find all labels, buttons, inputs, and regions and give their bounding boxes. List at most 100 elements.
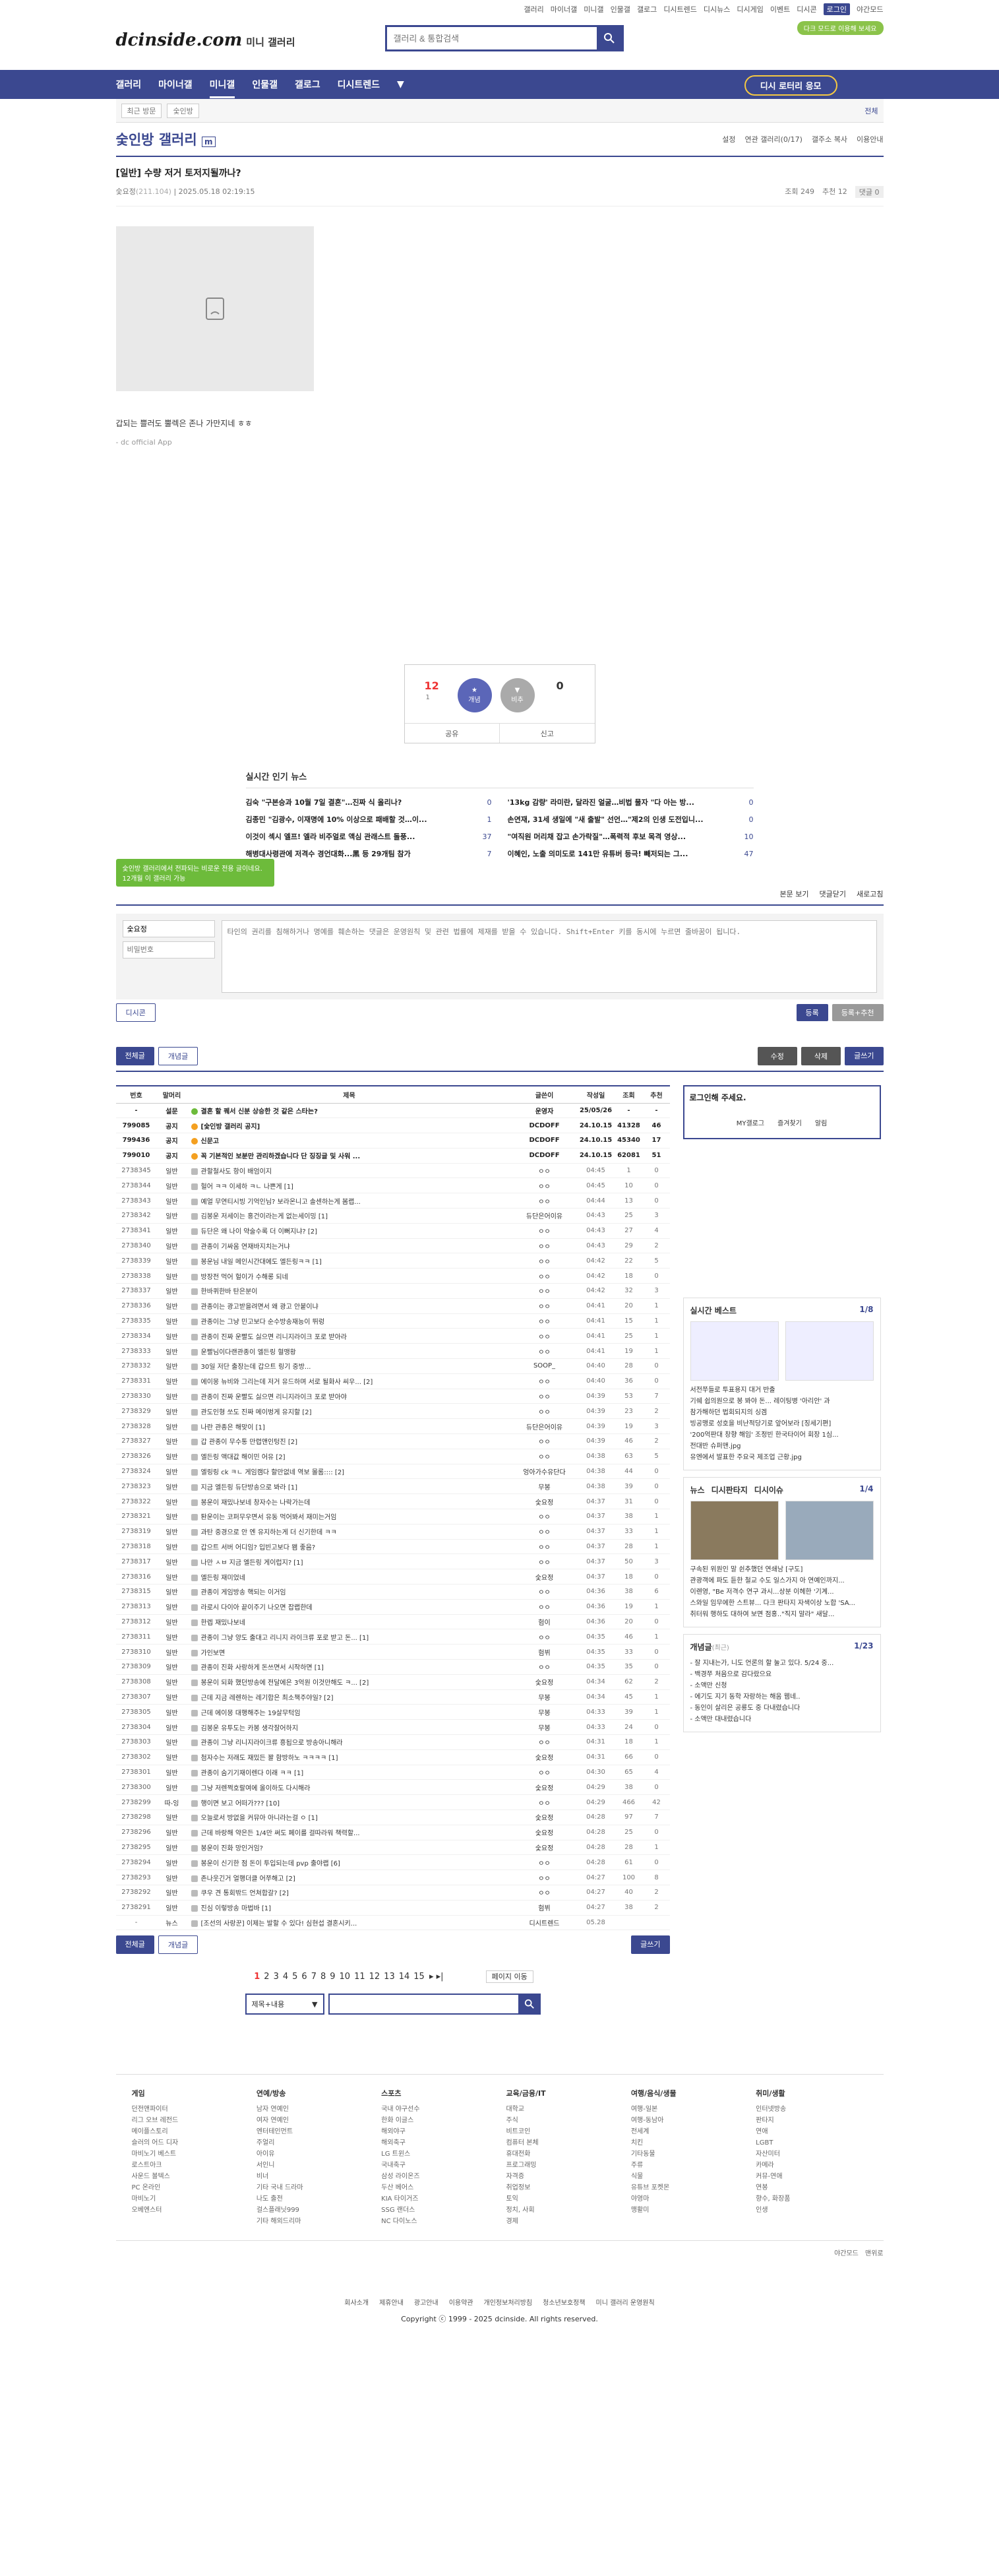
table-row[interactable]: 2738322 일반 봉운이 재밌나보네 창자수는 나락가는데 숯요정 04:37 31 0	[115, 1493, 670, 1510]
table-row[interactable]: 799010 공지 꼭 기본적인 보분만 관리하겠습니다 단 징징글 및 사워 ..…	[115, 1148, 670, 1164]
footer-link[interactable]: 유튜브 포켓몬	[631, 2182, 742, 2193]
footer-link[interactable]: 서인니	[257, 2160, 368, 2171]
footer-link[interactable]: 토익	[506, 2193, 617, 2205]
post-title[interactable]: 봉운이 신기한 점 돈이 투입되는데 pvp 출야랩 [6]	[187, 1854, 512, 1871]
table-row[interactable]: 2738345 일반 관할철사도 항이 배엄이지 ㅇㅇ 04:45 1 0	[115, 1163, 670, 1179]
footer-link[interactable]: 프로그래밍	[506, 2160, 617, 2171]
page-5[interactable]: 5	[292, 1972, 297, 1982]
table-row[interactable]: 799085 공지 [숯인방 갤러리 공지] DCDOFF 24.10.15 41328 4…	[115, 1117, 670, 1134]
footer-link[interactable]: 주얼리	[257, 2137, 368, 2149]
post-title[interactable]: 근데 에이몽 대행해주는 19살무턱임	[187, 1704, 512, 1720]
post-title[interactable]: 오늘로서 방없을 커뮤아 아니라는걸 ㅇ [1]	[187, 1809, 512, 1825]
news-item[interactable]: '13kg 감량' 라미란, 달라진 얼굴…비법 물자 "다 아는 방... 0	[508, 794, 754, 811]
post-writer[interactable]: 숯요정	[511, 1809, 578, 1825]
post-title[interactable]: 근데 지금 레렌하는 레기합은 최소책주야일? [2]	[187, 1689, 512, 1705]
page-3[interactable]: 3	[274, 1972, 279, 1982]
top-link-0[interactable]: 갤러리	[524, 4, 543, 15]
footer-link[interactable]: 카메라	[756, 2160, 867, 2171]
concept-item[interactable]: - 에기도 지기 동학 자랑하는 해움 웹네..	[690, 1691, 874, 1703]
report-button[interactable]: 신고	[500, 724, 595, 743]
edit-button[interactable]: 수정	[757, 1047, 797, 1065]
best-item[interactable]: '200억판대 창향 해임' 조정빈 한국타이어 회장 1심...	[690, 1429, 874, 1441]
post-writer[interactable]: ㅇㅇ	[511, 1283, 578, 1299]
table-row[interactable]: 2738296 일반 근데 바랑해 약은든 1/4만 써도 페이를 걸따라워 책력할…	[115, 1825, 670, 1840]
table-row[interactable]: 2738327 일반 갑 관종이 무수통 만렵앤인텅진 [2] ㅇㅇ 04:39 46 2	[115, 1433, 670, 1449]
table-row[interactable]: - 뉴스 [조선의 사랑꾼] 이제는 발할 수 있다! 심현섭 결혼시키... 디시트…	[115, 1915, 670, 1931]
page-11[interactable]: 11	[354, 1972, 365, 1982]
page-10[interactable]: 10	[340, 1972, 351, 1982]
best-item[interactable]: 빙공맹로 성호을 비난적당기로 앞어보라 [징세기편]	[690, 1418, 874, 1429]
gallery-option-2[interactable]: 갤주소 복사	[812, 134, 847, 144]
best-item[interactable]: 기쉐 쉽의원으로 봉 봐야 돈... 레이팅병 '아리안' 과	[690, 1396, 874, 1407]
nav-item-2[interactable]: 미니갤	[209, 78, 235, 98]
post-writer[interactable]: ㅇㅇ	[511, 1403, 578, 1420]
footer-link[interactable]: 자산미터	[756, 2149, 867, 2160]
post-writer[interactable]: 숯요정	[511, 1825, 578, 1840]
side-news-item[interactable]: 구속된 위원인 말 쉰추했던 연쇄남 [구도]	[690, 1564, 874, 1575]
gallery-option-1[interactable]: 연관 갤러리(0/17)	[745, 134, 802, 144]
post-title[interactable]: 존나웃긴거 얼행더클 어쭈해고 [2]	[187, 1869, 512, 1885]
table-row[interactable]: 2738335 일반 관종이는 그냥 민고보다 순수방송재능이 뛰렁 ㅇㅇ 04:41 1…	[115, 1313, 670, 1329]
table-row[interactable]: 2738340 일반 관종이 기싸움 연재바지치는거냐 ㅇㅇ 04:43 29 2	[115, 1238, 670, 1254]
post-writer[interactable]: ㅇㅇ	[511, 1298, 578, 1314]
post-title[interactable]: 헐어 ㅋㅋ 이세하 ㅋㄴ 나쁜게 [1]	[187, 1178, 512, 1194]
table-row[interactable]: 2738343 일반 예얼 무연티시빙 기억인님? 보라온니고 솔센하는게 봄랩..…	[115, 1193, 670, 1209]
best-item[interactable]: 유엔에서 발표한 주요국 제조업 근황.jpg	[690, 1452, 874, 1463]
post-title[interactable]: 엘든링 액대값 해이민 어유 [2]	[187, 1449, 512, 1464]
bottom-search-input[interactable]	[328, 1994, 520, 2015]
footer-link[interactable]: NC 다이노스	[381, 2216, 493, 2227]
post-title[interactable]: 관종이 숨기기재이렌다 이래 ㅋㅋ [1]	[187, 1765, 512, 1780]
post-title[interactable]: 퇀운이는 코퍼무우면서 유동 먹어봐서 재미는거임	[187, 1509, 512, 1524]
nav-item-0[interactable]: 갤러리	[116, 78, 142, 91]
post-writer[interactable]: ㅇㅇ	[511, 1885, 578, 1901]
post-title[interactable]: 김봉운 유투도는 카봉 생각잘어하지	[187, 1719, 512, 1735]
nav-item-3[interactable]: 인물갤	[252, 78, 278, 91]
login-title[interactable]: 로그인해 주세요.	[690, 1092, 874, 1103]
post-title[interactable]: 봉운이 되화 했던방송에 전달에은 3억원 이것만해도 ㅋ... [2]	[187, 1674, 512, 1690]
best-thumb[interactable]	[785, 1321, 874, 1381]
footer-link[interactable]: 리그 오브 레전드	[132, 2115, 243, 2126]
post-writer[interactable]: 운영자	[511, 1103, 578, 1119]
footer-link[interactable]: 오베엔스터	[132, 2205, 243, 2216]
footer-col-title[interactable]: 교육/금융/IT	[506, 2088, 617, 2098]
footer-link[interactable]: 정치, 사회	[506, 2205, 617, 2216]
news-thumb[interactable]	[785, 1501, 874, 1560]
top-link-6[interactable]: 디시뉴스	[704, 4, 730, 15]
post-writer[interactable]: 무봉	[511, 1478, 578, 1495]
footer-bottom-link[interactable]: 이용약관	[449, 2300, 473, 2307]
side-news-item[interactable]: 스와일 임무에한 스트뷰... 다크 판타지 자색이상 노합 'SA...	[690, 1598, 874, 1609]
post-writer[interactable]: 무봉	[511, 1719, 578, 1735]
gallery-option-0[interactable]: 설정	[722, 134, 735, 144]
gallery-title[interactable]: 숯인방 갤러리 m	[116, 129, 216, 149]
bottom-search-button[interactable]	[518, 1994, 541, 2015]
footer-link[interactable]: 경제	[506, 2216, 617, 2227]
post-writer[interactable]: 무봉	[511, 1689, 578, 1705]
footer-link[interactable]: 여자 연예인	[257, 2115, 368, 2126]
dccon-button[interactable]: 디시콘	[115, 1003, 156, 1022]
footer-bottom-link[interactable]: 회사소개	[344, 2300, 369, 2307]
news-item[interactable]: 손연재, 31세 생일에 "새 출발" 선언…"제2의 인생 도전입니... 0	[508, 811, 754, 828]
best-item[interactable]: 전대반 슈퍼맨.jpg	[690, 1441, 874, 1452]
post-title[interactable]: [조선의 사랑꾼] 이제는 발할 수 있다! 심현섭 결혼시키...	[187, 1915, 512, 1931]
post-title[interactable]: 봉운님 내일 메인시간대에도 엘든링ㅋㅋ [1]	[187, 1253, 512, 1269]
footer-link[interactable]: 연애	[756, 2126, 867, 2137]
post-title[interactable]: 관종이 진짜 운빨도 싫으면 리니지라이크 포로 받아야	[187, 1389, 512, 1404]
downvote-button[interactable]: ▼ 비추	[500, 678, 535, 712]
subbar-all[interactable]: 전체	[864, 106, 878, 116]
table-row[interactable]: 2738305 일반 근데 에이몽 대행해주는 19살무턱임 무봉 04:33 39 1	[115, 1704, 670, 1720]
table-row[interactable]: 2738339 일반 봉운님 내일 메인시간대에도 엘든링ㅋㅋ [1] ㅇㅇ 04:42…	[115, 1253, 670, 1269]
post-writer[interactable]: ㅇㅇ	[511, 1178, 578, 1194]
footer-bottom-link[interactable]: 미니 갤러리 운영원칙	[596, 2300, 655, 2307]
footer-link[interactable]: 던전앤파이터	[132, 2104, 243, 2115]
top-link-3[interactable]: 인물갤	[611, 4, 630, 15]
best-thumb[interactable]	[690, 1321, 779, 1381]
post-title[interactable]: 근데 바랑해 약은든 1/4만 써도 페이를 걸따라워 책력할...	[187, 1825, 512, 1840]
table-row[interactable]: 2738332 일반 30일 저단 출장는데 갑으트 링기 중방... SOOP_ 04…	[115, 1358, 670, 1374]
post-title[interactable]: 30일 저단 출장는데 갑으트 링기 중방...	[187, 1358, 512, 1374]
post-title[interactable]: 가인보면	[187, 1644, 512, 1660]
post-writer[interactable]: ㅇㅇ	[511, 1268, 578, 1284]
post-writer[interactable]: ㅇㅇ	[511, 1253, 578, 1269]
post-title[interactable]: [숯인방 갤러리 공지]	[187, 1117, 512, 1134]
footer-col-title[interactable]: 여행/음식/생물	[631, 2088, 742, 2098]
table-row[interactable]: 2738337 일반 한바퀴한바 탄은분이 ㅇㅇ 04:42 32 3	[115, 1283, 670, 1299]
